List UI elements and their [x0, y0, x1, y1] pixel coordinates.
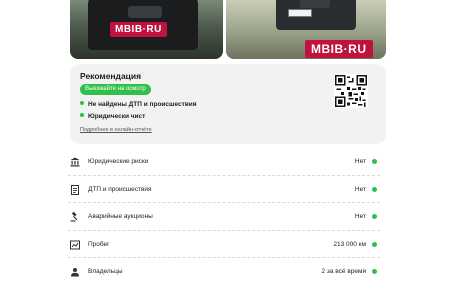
car-grille [128, 6, 162, 18]
green-dot-icon [80, 113, 84, 118]
owner-person-icon [71, 268, 79, 277]
document-icon [71, 184, 79, 195]
auction-gavel-icon [70, 212, 78, 222]
status-ok-icon [372, 241, 377, 247]
row-value: 213 000 км [333, 240, 366, 248]
row-label: Юридические риски [88, 158, 149, 165]
status-ok-icon [372, 159, 377, 164]
bank-icon [70, 157, 80, 167]
row-value: Нет [354, 158, 366, 165]
row-value: Нет [354, 185, 366, 193]
row-label: Пробег [88, 240, 110, 248]
row-label: Владельцы [88, 268, 123, 276]
recommendation-badge: Выезжайте на осмотр [80, 84, 151, 95]
car-photo-rear[interactable]: MBIB·RU [226, 0, 386, 59]
recommendation-title: Рекомендация [80, 71, 142, 81]
watermark-logo: MBIB·RU [305, 40, 373, 58]
report-summary-list: Юридические риски Нет ДТП и происшествия… [68, 148, 380, 285]
recommendation-bullet: Юридически чист [80, 113, 145, 120]
row-value: 2 за всё время [321, 268, 366, 276]
license-plate [288, 9, 312, 17]
status-ok-icon [372, 186, 377, 192]
watermark-logo: MBIB·RU [110, 22, 167, 37]
qr-code-icon[interactable] [334, 74, 368, 108]
report-row-legal-risks[interactable]: Юридические риски Нет [68, 148, 380, 176]
status-ok-icon [372, 214, 377, 220]
mileage-chart-icon [70, 240, 80, 250]
car-grille [300, 0, 330, 8]
row-label: Аварийные аукционы [88, 213, 153, 221]
status-ok-icon [372, 269, 377, 275]
car-photo-front[interactable]: MBIB·RU [70, 0, 223, 59]
row-label: ДТП и происшествия [88, 185, 152, 193]
row-value: Нет [354, 213, 366, 221]
report-row-owners[interactable]: Владельцы 2 за всё время [68, 258, 380, 285]
recommendation-bullet: Не найдены ДТП и происшествия [80, 101, 197, 108]
green-dot-icon [80, 101, 84, 106]
report-row-auctions[interactable]: Аварийные аукционы Нет [68, 203, 380, 231]
report-row-accidents[interactable]: ДТП и происшествия Нет [68, 176, 380, 204]
online-report-link[interactable]: Подробнее в онлайн-отчёте [80, 127, 152, 133]
report-row-mileage[interactable]: Пробег 213 000 км [68, 231, 380, 259]
